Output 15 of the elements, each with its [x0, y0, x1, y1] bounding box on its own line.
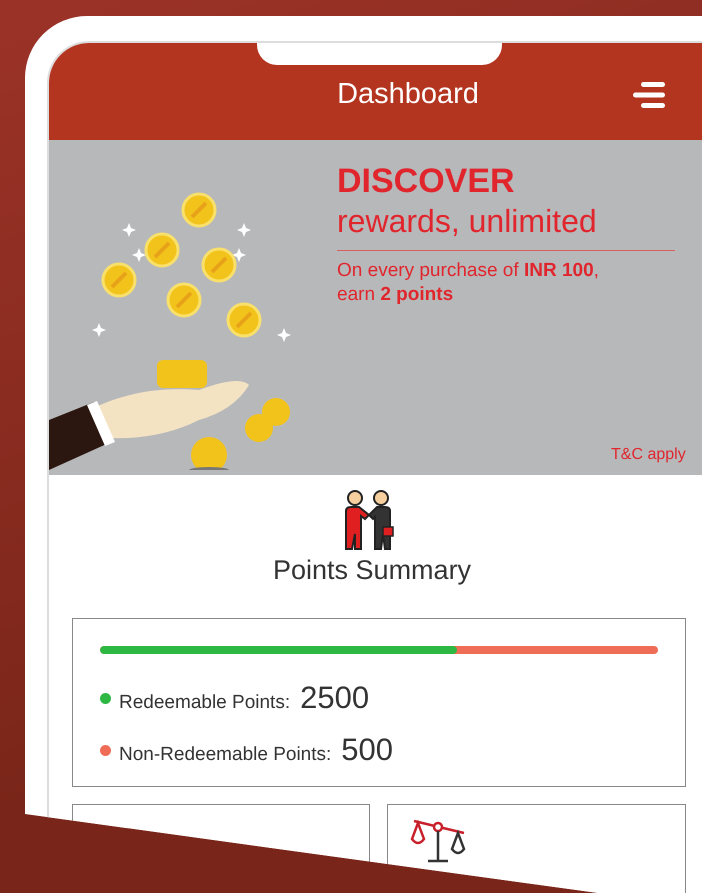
scales-icon — [410, 819, 466, 863]
menu-button[interactable] — [631, 80, 667, 110]
offer-text: On every purchase of INR 100, earn 2 points — [337, 259, 600, 307]
feature-card[interactable] — [387, 804, 686, 893]
banner-headline: DISCOVER — [337, 162, 516, 201]
points-value: 500 — [341, 732, 394, 768]
header-title: Dashboard — [337, 78, 479, 111]
handshake-people-icon — [343, 489, 395, 551]
section-title: Points Summary — [273, 555, 472, 586]
points-label: Redeemable Points: — [119, 692, 290, 714]
points-label: Non-Redeemable Points: — [119, 744, 332, 766]
points-value: 2500 — [300, 680, 370, 716]
terms-link[interactable]: T&C apply — [611, 446, 686, 464]
banner-subheadline: rewards, unlimited — [337, 203, 598, 240]
menu-icon — [631, 80, 667, 110]
